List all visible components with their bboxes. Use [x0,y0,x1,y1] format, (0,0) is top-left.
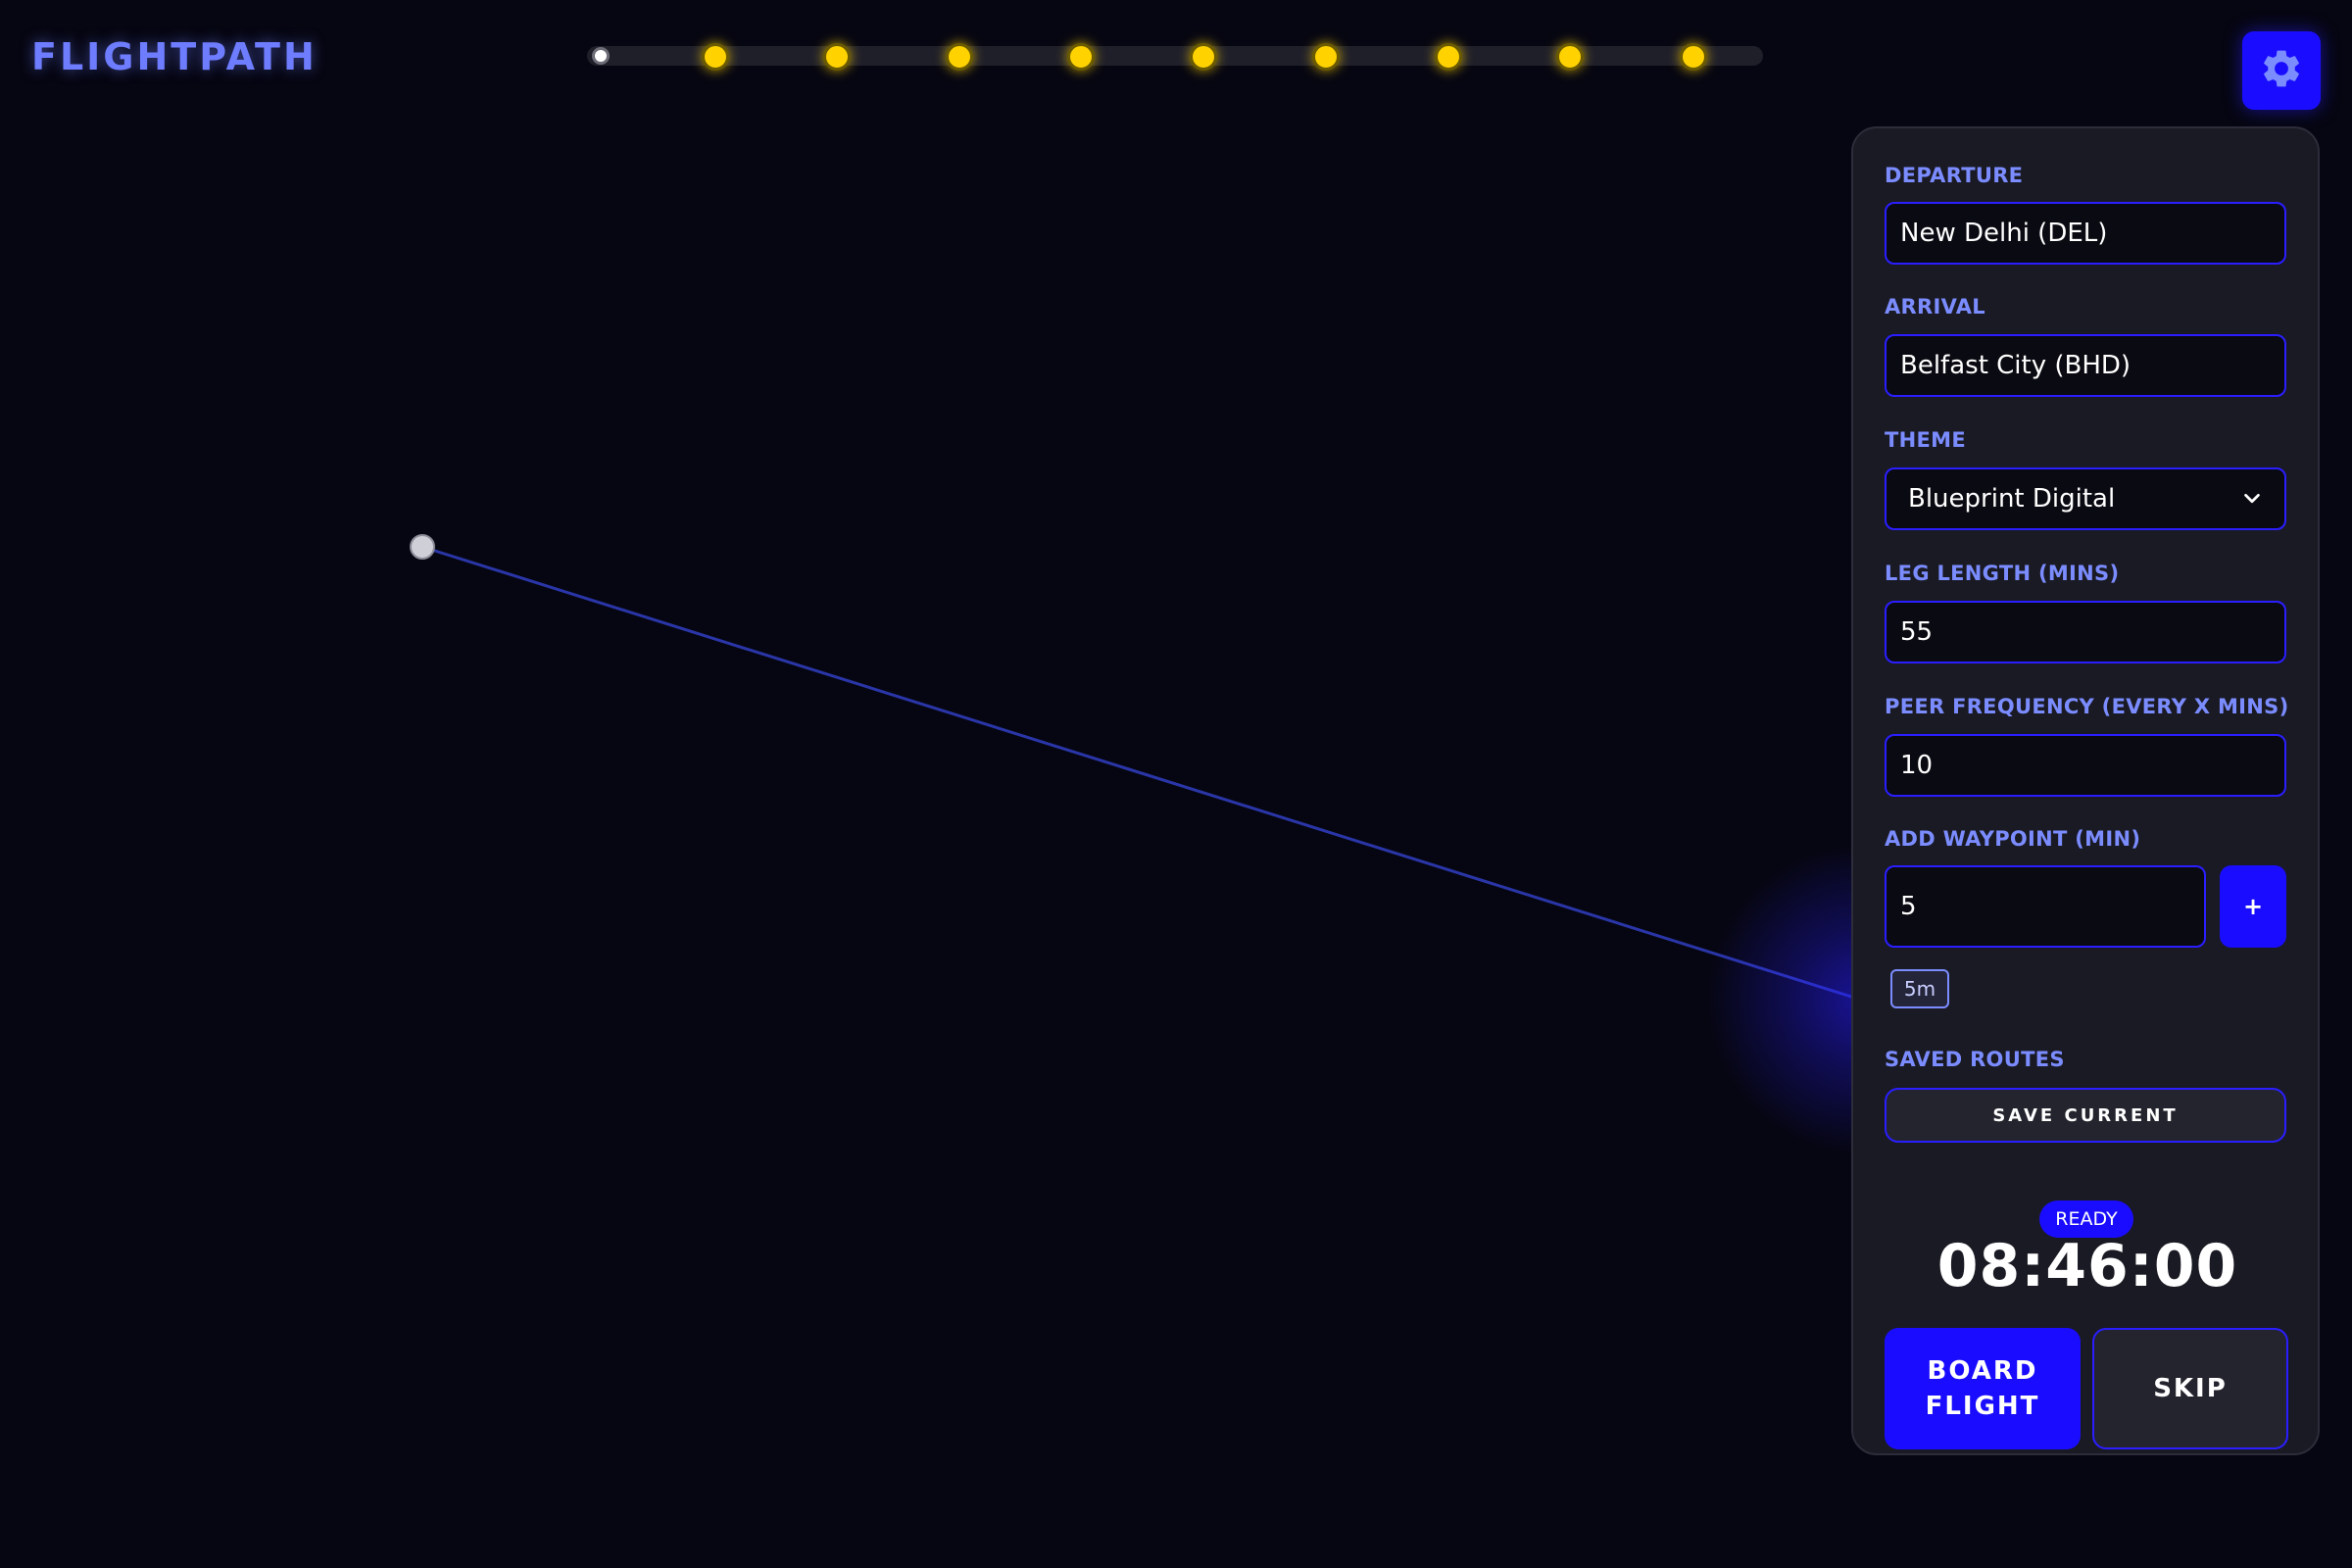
progress-stop-dot[interactable] [1680,43,1707,71]
add-waypoint-button[interactable]: + [2220,865,2286,948]
progress-current-marker [592,47,610,65]
progress-stop-dot[interactable] [946,43,973,71]
departure-input[interactable] [1885,202,2286,265]
flight-clock: 08:46:00 [1936,1232,2238,1300]
departure-label: DEPARTURE [1885,164,2024,187]
progress-stop-dot[interactable] [1556,43,1584,71]
theme-label: THEME [1885,428,1966,452]
board-flight-label-line1: BOARD [1927,1356,2038,1386]
app-title: FLIGHTPATH [31,35,318,78]
chevron-down-icon [2241,488,2263,510]
origin-marker [410,534,435,560]
peer-frequency-label: PEER FREQUENCY (EVERY X MINS) [1885,695,2289,718]
leg-length-label: LEG LENGTH (MINS) [1885,562,2120,585]
theme-select[interactable]: Blueprint Digital [1885,467,2286,530]
settings-button[interactable] [2242,31,2321,110]
arrival-input[interactable] [1885,334,2286,397]
arrival-label: ARRIVAL [1885,295,1985,318]
peer-frequency-input[interactable] [1885,734,2286,797]
skip-button[interactable]: SKIP [2092,1328,2288,1449]
theme-select-value: Blueprint Digital [1908,484,2116,514]
flight-settings-panel: DEPARTURE ARRIVAL THEME Blueprint Digita… [1851,126,2320,1455]
app-stage: FLIGHTPATH DEPARTURE ARRIVAL THEME Bluep… [0,0,2352,1568]
board-flight-label-line2: FLIGHT [1925,1392,2040,1421]
progress-stop-dot[interactable] [702,43,729,71]
leg-length-input[interactable] [1885,601,2286,663]
waypoint-label: ADD WAYPOINT (MIN) [1885,827,2141,851]
progress-stop-dot[interactable] [1067,43,1095,71]
progress-stop-dot[interactable] [1190,43,1217,71]
progress-stop-dot[interactable] [1312,43,1340,71]
saved-routes-label: SAVED ROUTES [1885,1048,2065,1071]
flight-progress-track [587,46,1763,66]
progress-stop-dot[interactable] [823,43,851,71]
waypoint-chip[interactable]: 5m [1890,969,1949,1008]
save-current-button[interactable]: SAVE CURRENT [1885,1088,2286,1143]
waypoint-input[interactable] [1885,865,2206,948]
route-line [421,545,1868,1004]
gear-icon [2259,46,2304,95]
progress-stop-dot[interactable] [1435,43,1462,71]
board-flight-button[interactable]: BOARD FLIGHT [1885,1328,2081,1449]
